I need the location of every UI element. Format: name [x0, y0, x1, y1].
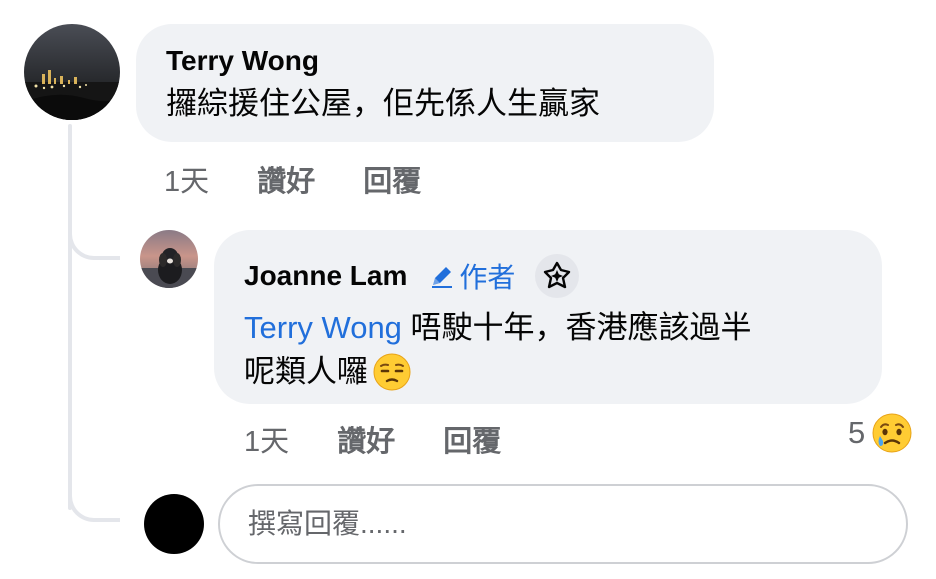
- mention-link[interactable]: Terry Wong: [244, 310, 402, 345]
- comment-like-button[interactable]: 讚好: [257, 166, 315, 198]
- avatar-joanne-lam[interactable]: [140, 230, 198, 288]
- thread-line-branch-reply: [68, 216, 120, 260]
- reply-like-button[interactable]: 讚好: [337, 426, 395, 458]
- reply-header: Joanne Lam 作者: [244, 254, 882, 298]
- comment-bubble: Terry Wong 攞綜援住公屋，佢先係人生贏家: [136, 24, 714, 142]
- reply-text-part-1: 唔駛十年，香港應該過半: [401, 310, 752, 345]
- comment-author-name[interactable]: Terry Wong: [166, 44, 714, 78]
- sparkle-badge-icon: [544, 261, 571, 289]
- reply-input[interactable]: 撰寫回覆......: [218, 484, 908, 564]
- comment-meta-row: 1天 讚好 回覆: [164, 158, 421, 200]
- comment-reply-button[interactable]: 回覆: [363, 166, 421, 198]
- reply-timestamp[interactable]: 1天: [244, 426, 289, 458]
- avatar-terry-wong[interactable]: [24, 24, 120, 120]
- avatar-night-city-image: [24, 24, 120, 120]
- reaction-summary[interactable]: 5: [848, 412, 913, 454]
- pencil-icon: [432, 267, 453, 288]
- reaction-count: 5: [848, 415, 866, 450]
- author-badge: 作者: [429, 256, 515, 296]
- reply-author-name[interactable]: Joanne Lam: [244, 259, 407, 293]
- reply-text-part-2: 呢類人囉: [244, 354, 368, 389]
- reply-reply-button[interactable]: 回覆: [443, 426, 501, 458]
- reply-bubble: Joanne Lam 作者 Terry Wong 唔駛十年，香港應該過半 呢類人…: [214, 230, 882, 404]
- thread-line-vertical: [68, 124, 72, 510]
- unamused-face-icon: [373, 353, 411, 391]
- comment-timestamp[interactable]: 1天: [164, 166, 209, 198]
- avatar-dog-image: [140, 230, 198, 288]
- avatar-current-user[interactable]: [144, 494, 204, 554]
- reply-meta-row: 1天 讚好 回覆: [244, 418, 501, 460]
- crying-face-icon: [872, 413, 912, 453]
- thread-line-branch-composer: [68, 474, 120, 522]
- reply-text-line-1: Terry Wong 唔駛十年，香港應該過半: [244, 306, 882, 350]
- comment-text: 攞綜援住公屋，佢先係人生贏家: [166, 86, 600, 121]
- top-fan-badge-icon[interactable]: [535, 254, 580, 298]
- reply-text-line-2: 呢類人囉: [244, 350, 882, 394]
- author-badge-label: 作者: [459, 262, 516, 293]
